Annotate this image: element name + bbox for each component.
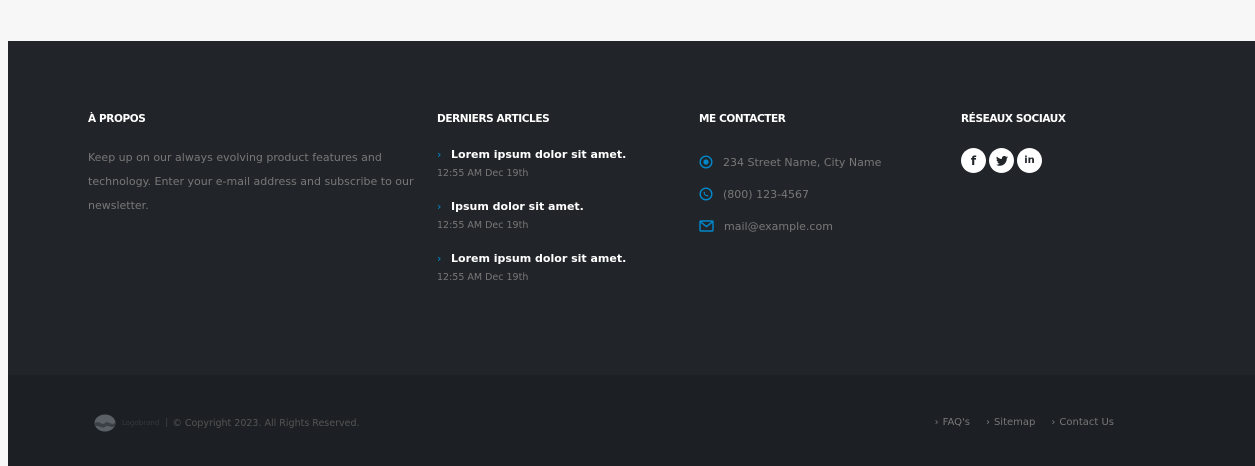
envelope-icon: [699, 220, 714, 232]
sitemap-link-label[interactable]: Sitemap: [994, 417, 1035, 428]
article-date: 12:55 AM Dec 19th: [437, 168, 529, 179]
contact-column: ME CONTACTER 234 Street Name, City Name …: [699, 113, 881, 235]
bottom-nav: › FAQ's › Sitemap › Contact Us: [935, 417, 1114, 428]
social-heading: RÉSEAUX SOCIAUX: [961, 113, 1066, 125]
articles-heading: DERNIERS ARTICLES: [437, 113, 550, 125]
whatsapp-icon: [699, 187, 713, 201]
facebook-icon[interactable]: f: [961, 148, 986, 173]
chevron-right-icon: ›: [437, 148, 442, 161]
divider: |: [165, 418, 169, 428]
article-item[interactable]: › Lorem ipsum dolor sit amet. 12:55 AM D…: [437, 252, 626, 283]
contact-email-text[interactable]: mail@example.com: [724, 220, 833, 233]
twitter-icon[interactable]: [989, 148, 1014, 173]
social-column: RÉSEAUX SOCIAUX f in: [961, 113, 1066, 173]
logo-text: Logobrand: [122, 419, 160, 427]
faq-link[interactable]: › FAQ's: [935, 417, 970, 428]
twitter-bird-icon: [995, 155, 1008, 166]
chevron-right-icon: ›: [437, 200, 442, 213]
article-title[interactable]: Ipsum dolor sit amet.: [451, 200, 584, 213]
contact-phone[interactable]: (800) 123-4567: [699, 185, 881, 203]
contact-address: 234 Street Name, City Name: [699, 153, 881, 171]
about-column: À PROPOS Keep up on our always evolving …: [88, 113, 418, 218]
chevron-right-icon: ›: [934, 417, 939, 428]
article-date: 12:55 AM Dec 19th: [437, 272, 529, 283]
linkedin-icon[interactable]: in: [1017, 148, 1042, 173]
copyright-area: Logobrand | © Copyright 2023. All Rights…: [94, 414, 360, 432]
facebook-glyph: f: [970, 153, 977, 168]
contact-phone-text[interactable]: (800) 123-4567: [723, 188, 809, 201]
article-link[interactable]: › Lorem ipsum dolor sit amet.: [437, 252, 626, 265]
article-link[interactable]: › Lorem ipsum dolor sit amet.: [437, 148, 626, 161]
copyright-text: © Copyright 2023. All Rights Reserved.: [172, 417, 360, 429]
chevron-right-icon: ›: [985, 417, 990, 428]
contact-us-link-label[interactable]: Contact Us: [1059, 417, 1114, 428]
chevron-right-icon: ›: [1051, 417, 1056, 428]
contact-email[interactable]: mail@example.com: [699, 217, 881, 235]
page-top-strip: [0, 0, 1255, 41]
articles-column: DERNIERS ARTICLES › Lorem ipsum dolor si…: [437, 113, 626, 283]
logo-icon: [94, 414, 116, 432]
article-date: 12:55 AM Dec 19th: [437, 220, 529, 231]
contact-address-text: 234 Street Name, City Name: [723, 155, 882, 169]
social-links: f in: [961, 148, 1066, 173]
map-marker-icon: [699, 155, 713, 169]
about-text: Keep up on our always evolving product f…: [88, 151, 414, 212]
article-link[interactable]: › Ipsum dolor sit amet.: [437, 200, 626, 213]
article-title[interactable]: Lorem ipsum dolor sit amet.: [451, 252, 626, 265]
contact-heading: ME CONTACTER: [699, 113, 786, 125]
chevron-right-icon: ›: [437, 252, 442, 265]
about-heading: À PROPOS: [88, 113, 146, 125]
article-item[interactable]: › Ipsum dolor sit amet. 12:55 AM Dec 19t…: [437, 200, 626, 231]
linkedin-glyph: in: [1024, 155, 1035, 166]
faq-link-label[interactable]: FAQ's: [943, 417, 970, 428]
contact-us-link[interactable]: › Contact Us: [1051, 417, 1114, 428]
article-title[interactable]: Lorem ipsum dolor sit amet.: [451, 148, 626, 161]
article-item[interactable]: › Lorem ipsum dolor sit amet. 12:55 AM D…: [437, 148, 626, 179]
sitemap-link[interactable]: › Sitemap: [986, 417, 1035, 428]
